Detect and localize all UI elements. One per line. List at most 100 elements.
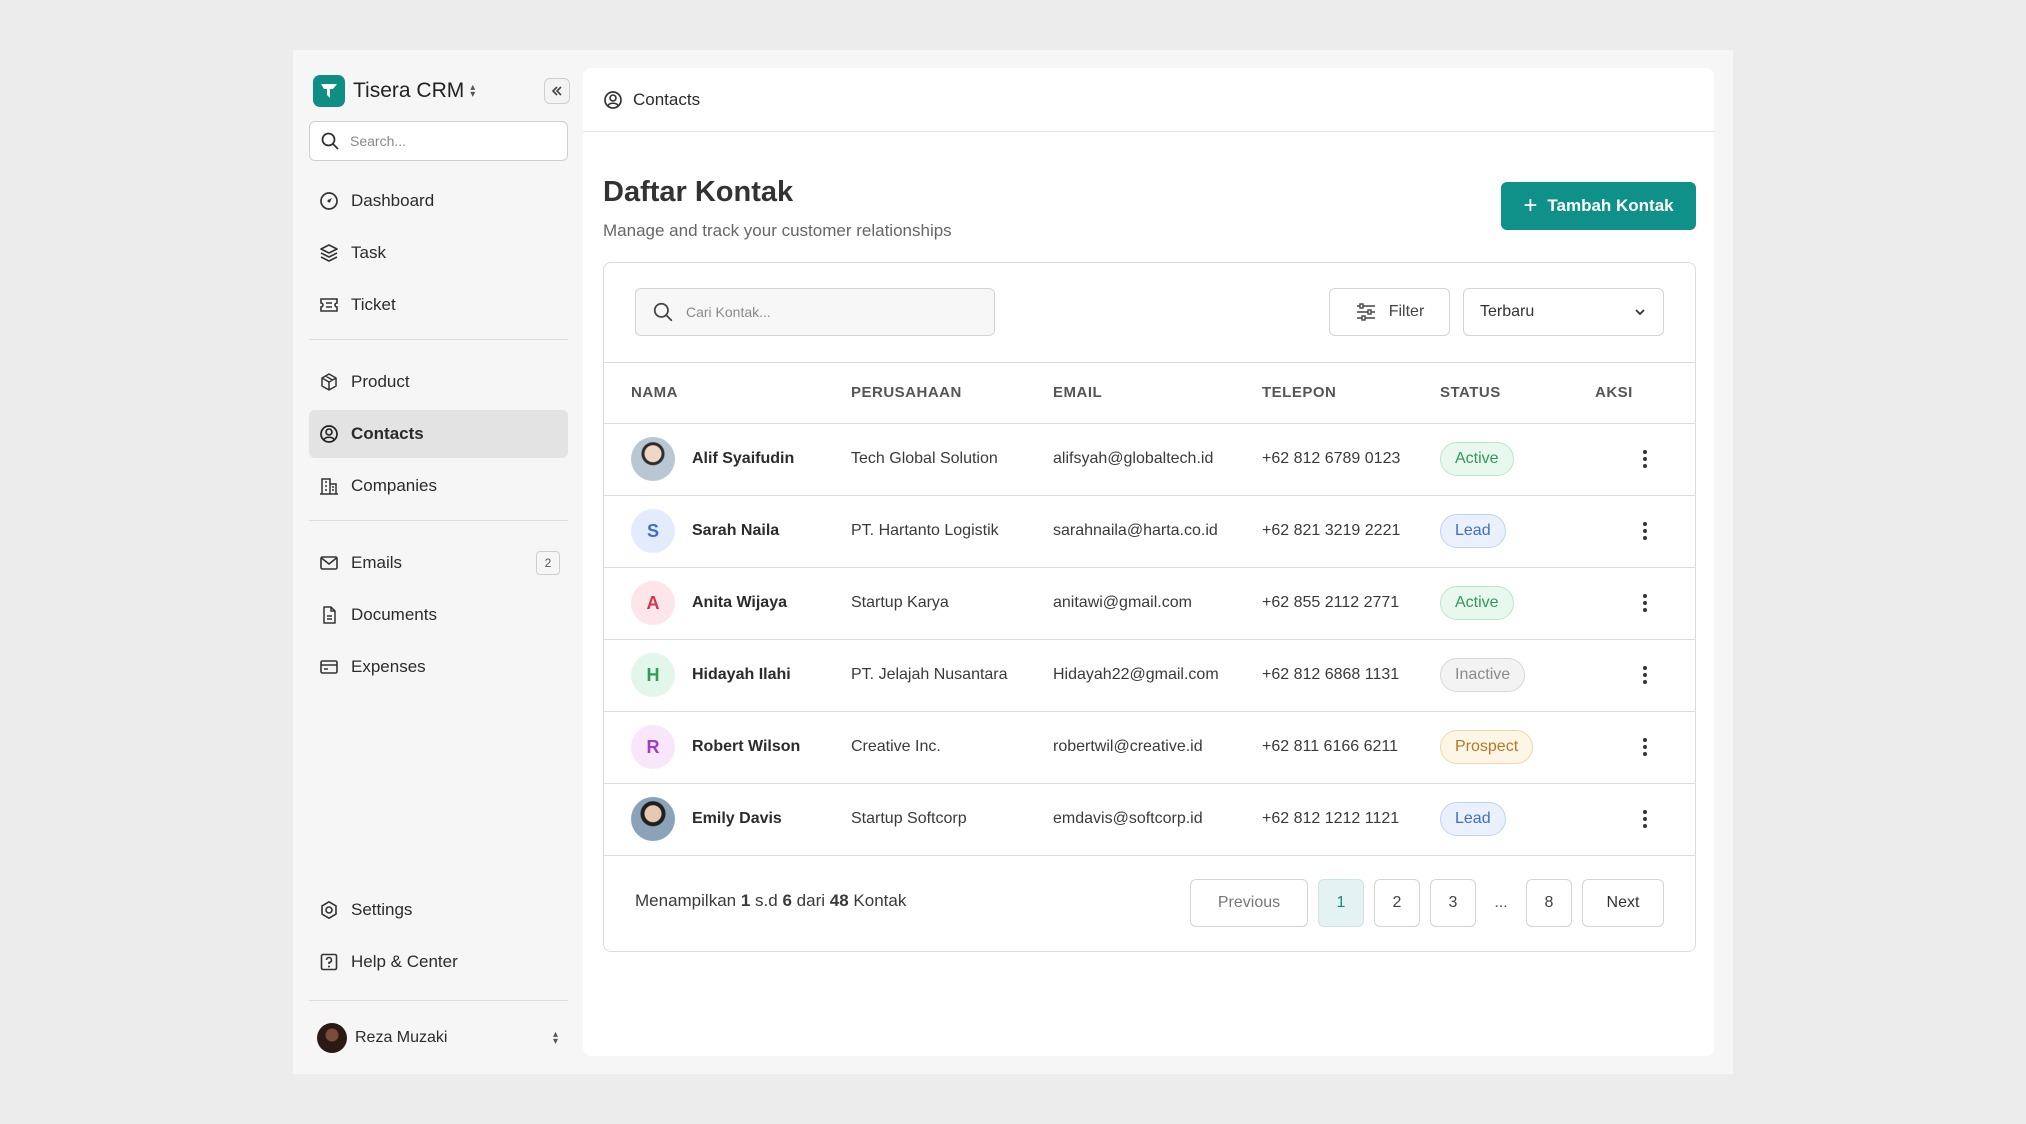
more-vertical-icon (1643, 666, 1647, 684)
avatar (631, 437, 675, 481)
filter-label: Filter (1388, 303, 1425, 320)
table-row[interactable]: Alif Syaifudin Tech Global Solution alif… (604, 423, 1695, 496)
contact-search-input[interactable]: Cari Kontak... (635, 288, 995, 336)
collapse-sidebar-button[interactable] (544, 78, 570, 104)
sidebar-item-label: Help & Center (351, 952, 458, 971)
search-icon (653, 302, 673, 322)
pagination: Previous 1 2 3 ... 8 Next (1190, 879, 1664, 927)
page-button-3[interactable]: 3 (1430, 879, 1476, 927)
contact-email: emdavis@softcorp.id (1053, 783, 1262, 856)
row-actions-button[interactable] (1595, 449, 1695, 469)
table-row[interactable]: H Hidayah Ilahi PT. Jelajah Nusantara Hid… (604, 639, 1695, 712)
pagination-ellipsis: ... (1494, 894, 1508, 911)
pagination-to: 6 (782, 891, 792, 910)
sidebar-item-documents[interactable]: Documents (309, 591, 568, 639)
column-header-name: NAMA (604, 363, 851, 424)
contacts-card: Cari Kontak... Filter Terbaru NAMA PERUS… (603, 262, 1696, 952)
sidebar-item-settings[interactable]: Settings (309, 886, 568, 934)
add-contact-button[interactable]: + Tambah Kontak (1501, 182, 1696, 230)
column-header-company: PERUSAHAAN (851, 363, 1053, 424)
contact-company: Startup Softcorp (851, 783, 1053, 856)
user-circle-icon (320, 425, 338, 443)
column-header-phone: TELEPON (1262, 363, 1440, 424)
contact-phone: +62 821 3219 2221 (1262, 495, 1440, 568)
pagination-summary: Menampilkan 1 s.d 6 dari 48 Kontak (635, 891, 906, 911)
sidebar-item-product[interactable]: Product (309, 358, 568, 406)
table-row[interactable]: S Sarah Naila PT. Hartanto Logistik sarah… (604, 495, 1695, 568)
breadcrumb: Contacts (583, 68, 1714, 132)
row-actions-button[interactable] (1595, 665, 1695, 685)
contact-email: robertwil@creative.id (1053, 711, 1262, 784)
contact-email: alifsyah@globaltech.id (1053, 423, 1262, 496)
pagination-bar: Menampilkan 1 s.d 6 dari 48 Kontak Previ… (604, 855, 1695, 951)
sidebar-search-input[interactable]: Search... (309, 121, 568, 161)
more-vertical-icon (1643, 594, 1647, 612)
sidebar-item-expenses[interactable]: Expenses (309, 643, 568, 691)
sidebar-item-emails[interactable]: Emails 2 (309, 539, 568, 587)
row-actions-button[interactable] (1595, 809, 1695, 829)
more-vertical-icon (1643, 810, 1647, 828)
sidebar-item-task[interactable]: Task (309, 229, 568, 277)
contact-search-placeholder: Cari Kontak... (686, 304, 771, 320)
table-row[interactable]: A Anita Wijaya Startup Karya anitawi@gmai… (604, 567, 1695, 640)
sidebar-item-contacts[interactable]: Contacts (309, 410, 568, 458)
sidebar-item-label: Emails (351, 553, 403, 572)
previous-page-button[interactable]: Previous (1190, 879, 1308, 927)
sidebar-item-label: Expenses (351, 657, 426, 676)
row-actions-button[interactable] (1595, 521, 1695, 541)
contact-email: Hidayah22@gmail.com (1053, 639, 1262, 712)
layers-icon (320, 244, 338, 262)
sidebar-item-label: Dashboard (351, 191, 435, 210)
sidebar-item-companies[interactable]: Companies (309, 462, 568, 510)
add-contact-label: Tambah Kontak (1547, 196, 1674, 215)
sidebar-bottom: Settings Help & Center Reza Muzaki ▴ ▾ (309, 886, 568, 1074)
contact-company: Tech Global Solution (851, 423, 1053, 496)
column-header-status: STATUS (1440, 363, 1595, 424)
page-button-last[interactable]: 8 (1526, 879, 1572, 927)
pagination-of: dari (796, 891, 826, 910)
contacts-table: NAMA PERUSAHAAN EMAIL TELEPON STATUS AKS… (604, 363, 1695, 856)
avatar: A (631, 581, 675, 625)
pagination-prefix: Menampilkan (635, 891, 737, 910)
contact-name: Hidayah Ilahi (692, 666, 791, 683)
table-row[interactable]: Emily Davis Startup Softcorp emdavis@sof… (604, 783, 1695, 856)
row-actions-button[interactable] (1595, 737, 1695, 757)
next-page-button[interactable]: Next (1582, 879, 1664, 927)
user-menu[interactable]: Reza Muzaki ▴ ▾ (309, 1000, 568, 1074)
more-vertical-icon (1643, 450, 1647, 468)
pagination-total: 48 (829, 891, 849, 910)
status-badge: Lead (1440, 802, 1506, 836)
box-icon (321, 373, 337, 391)
avatar: H (631, 653, 675, 697)
card-icon (320, 660, 338, 674)
dashboard-icon (320, 192, 338, 210)
sidebar-item-label: Task (351, 243, 386, 262)
sort-select[interactable]: Terbaru (1463, 288, 1664, 336)
sidebar-item-help[interactable]: Help & Center (309, 938, 568, 986)
contact-company: PT. Hartanto Logistik (851, 495, 1053, 568)
document-icon (323, 606, 336, 624)
sidebar-nav: Dashboard Task Ticket Product Contacts C… (309, 177, 568, 695)
avatar: R (631, 725, 675, 769)
contact-phone: +62 811 6166 6211 (1262, 711, 1440, 784)
filter-button[interactable]: Filter (1329, 288, 1450, 336)
contact-phone: +62 812 6868 1131 (1262, 639, 1440, 712)
contact-company: Startup Karya (851, 567, 1053, 640)
user-circle-icon (604, 90, 622, 109)
page-button-2[interactable]: 2 (1374, 879, 1420, 927)
workspace-switcher[interactable]: Tisera CRM ▴ ▾ (313, 74, 568, 108)
column-header-email: EMAIL (1053, 363, 1262, 424)
page-button-1[interactable]: 1 (1318, 879, 1364, 927)
sidebar-divider (309, 339, 568, 340)
table-toolbar: Cari Kontak... Filter Terbaru (604, 263, 1695, 363)
sidebar-item-dashboard[interactable]: Dashboard (309, 177, 568, 225)
contact-name: Robert Wilson (692, 738, 801, 755)
sidebar-item-label: Documents (351, 605, 437, 624)
avatar: S (631, 509, 675, 553)
table-row[interactable]: R Robert Wilson Creative Inc. robertwil@c… (604, 711, 1695, 784)
row-actions-button[interactable] (1595, 593, 1695, 613)
sidebar-item-ticket[interactable]: Ticket (309, 281, 568, 329)
contact-company: Creative Inc. (851, 711, 1053, 784)
page-header: Daftar Kontak Manage and track your cust… (583, 132, 1714, 264)
chevron-updown-icon: ▴ ▾ (470, 82, 476, 100)
